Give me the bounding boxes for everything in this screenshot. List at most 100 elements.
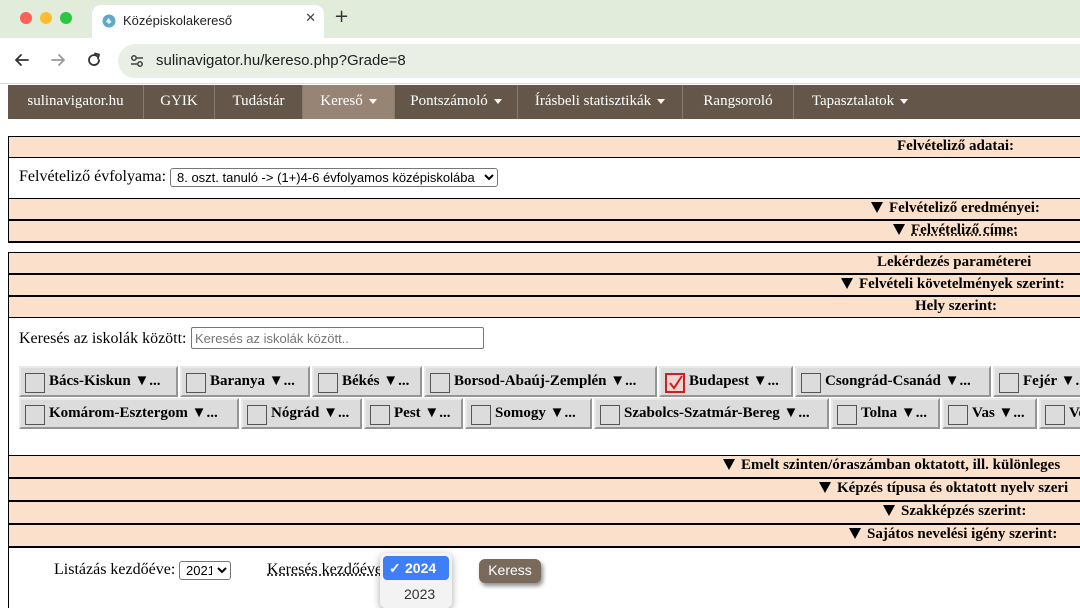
browser-tab[interactable]: Középiskolakereső ✕ bbox=[92, 5, 324, 38]
county-expand-toggle[interactable]: ▼... bbox=[192, 405, 218, 421]
county-label: Baranya bbox=[210, 373, 266, 389]
county-label: Borsod-Abaúj-Zemplén bbox=[454, 373, 607, 389]
county-checkbox[interactable] bbox=[430, 373, 450, 393]
county-pest[interactable]: Pest ▼... bbox=[364, 398, 463, 429]
county-checkbox[interactable] bbox=[186, 373, 206, 393]
county-expand-toggle[interactable]: ▼... bbox=[550, 405, 576, 421]
county-szabolcs[interactable]: Szabolcs-Szatmár-Bereg ▼... bbox=[594, 398, 829, 429]
county-csongrad[interactable]: Csongrád-Csanád ▼... bbox=[795, 366, 991, 397]
county-expand-toggle[interactable]: ▼... bbox=[610, 373, 636, 389]
county-checkbox[interactable] bbox=[25, 405, 45, 425]
section-title: Szakképzés szerint: bbox=[901, 503, 1027, 519]
county-bacs-kiskun[interactable]: Bács-Kiskun ▼... bbox=[19, 366, 178, 397]
county-checkbox[interactable] bbox=[1045, 405, 1065, 425]
nav-item-rangsorolo[interactable]: Rangsoroló bbox=[683, 85, 794, 119]
search-start-year-label: Keresés kezdőéve bbox=[267, 561, 383, 578]
county-checkbox[interactable] bbox=[471, 405, 491, 425]
nav-item-pontszamolo[interactable]: Pontszámoló bbox=[395, 85, 518, 119]
county-label: Békés bbox=[342, 373, 380, 389]
county-label: Fejér bbox=[1023, 373, 1057, 389]
county-expand-toggle[interactable]: ▼... bbox=[945, 373, 971, 389]
special-needs-toggle[interactable]: Sajátos nevelési igény szerint: bbox=[8, 524, 1080, 548]
nav-item-irasbeli-statisztikak[interactable]: Írásbeli statisztikák bbox=[518, 85, 683, 119]
back-arrow-icon[interactable] bbox=[12, 50, 32, 70]
county-budapest[interactable]: Budapest ▼... bbox=[659, 366, 793, 397]
minimize-window-button[interactable] bbox=[40, 12, 52, 24]
reload-icon[interactable] bbox=[84, 50, 104, 70]
footer-controls: Listázás kezdőéve: 2021 Keresés kezdőéve bbox=[8, 548, 1080, 608]
county-veszprem[interactable]: Ve bbox=[1039, 398, 1080, 429]
section-title: Felvételiző eredményei: bbox=[889, 200, 1040, 216]
county-nograd[interactable]: Nógrád ▼... bbox=[241, 398, 362, 429]
list-start-year-select[interactable]: 2021 bbox=[179, 561, 231, 580]
county-expand-toggle[interactable]: ▼... bbox=[424, 405, 450, 421]
training-type-toggle[interactable]: Képzés típusa és oktatott nyelv szeri bbox=[8, 478, 1080, 501]
nav-item-home[interactable]: sulinavigator.hu bbox=[8, 85, 144, 119]
county-baranya[interactable]: Baranya ▼... bbox=[180, 366, 310, 397]
county-expand-toggle[interactable]: ▼... bbox=[383, 373, 409, 389]
requirements-toggle[interactable]: Felvételi követelmények szerint: bbox=[8, 274, 1080, 296]
site-settings-icon[interactable] bbox=[128, 52, 146, 70]
maximize-window-button[interactable] bbox=[60, 12, 72, 24]
applicant-address-toggle[interactable]: Felvételiző címe: bbox=[8, 220, 1080, 243]
browser-tab-bar: Középiskolakereső ✕ + bbox=[0, 0, 1080, 38]
tab-close-icon[interactable]: ✕ bbox=[305, 11, 316, 26]
address-bar[interactable]: sulinavigator.hu/kereso.php?Grade=8 bbox=[118, 44, 1080, 78]
county-checkbox[interactable] bbox=[801, 373, 821, 393]
county-vas[interactable]: Vas ▼... bbox=[942, 398, 1037, 429]
triangle-down-icon bbox=[723, 459, 735, 470]
section-title: Sajátos nevelési igény szerint: bbox=[867, 526, 1058, 542]
county-expand-toggle[interactable]: ▼... bbox=[901, 405, 927, 421]
county-tolna[interactable]: Tolna ▼... bbox=[831, 398, 940, 429]
section-title: Képzés típusa és oktatott nyelv szeri bbox=[837, 480, 1069, 496]
new-tab-button[interactable]: + bbox=[334, 6, 349, 27]
county-label: Csongrád-Csanád bbox=[825, 373, 941, 389]
county-expand-toggle[interactable]: ▼... bbox=[999, 405, 1025, 421]
nav-item-label: Pontszámoló bbox=[410, 93, 488, 109]
school-search-input[interactable] bbox=[191, 327, 484, 349]
county-expand-toggle[interactable]: ▼... bbox=[323, 405, 349, 421]
county-expand-toggle[interactable]: ▼... bbox=[134, 373, 160, 389]
county-label: Bács-Kiskun bbox=[49, 373, 131, 389]
county-somogy[interactable]: Somogy ▼... bbox=[465, 398, 592, 429]
county-checkbox[interactable] bbox=[25, 373, 45, 393]
county-checkbox[interactable] bbox=[948, 405, 968, 425]
school-search-label: Keresés az iskolák között: bbox=[19, 330, 187, 347]
close-window-button[interactable] bbox=[20, 12, 32, 24]
nav-item-tudastar[interactable]: Tudástár bbox=[215, 85, 303, 119]
nav-item-tapasztalatok[interactable]: Tapasztalatok bbox=[794, 85, 926, 119]
dropdown-option[interactable]: 2023 bbox=[380, 582, 452, 606]
applicant-results-toggle[interactable]: Felvételiző eredményei: bbox=[8, 198, 1080, 220]
search-button[interactable]: Keress bbox=[479, 559, 541, 583]
search-start-year-dropdown[interactable]: ✓ 2024 2023 bbox=[380, 553, 452, 608]
forward-arrow-icon[interactable] bbox=[48, 50, 68, 70]
county-komarom[interactable]: Komárom-Esztergom ▼... bbox=[19, 398, 239, 429]
county-checkbox[interactable] bbox=[370, 405, 390, 425]
county-expand-toggle[interactable]: ▼... bbox=[753, 373, 779, 389]
section-title: Felvételiző adatai: bbox=[897, 138, 1015, 154]
dropdown-option-selected[interactable]: ✓ 2024 bbox=[383, 556, 449, 580]
vocational-toggle[interactable]: Szakképzés szerint: bbox=[8, 501, 1080, 524]
county-bekes[interactable]: Békés ▼... bbox=[312, 366, 422, 397]
nav-item-gyik[interactable]: GYIK bbox=[144, 85, 215, 119]
nav-item-kereso[interactable]: Kereső bbox=[303, 85, 395, 119]
county-checkbox-checked[interactable] bbox=[665, 373, 685, 393]
browser-toolbar: sulinavigator.hu/kereso.php?Grade=8 bbox=[0, 38, 1080, 84]
county-expand-toggle[interactable]: ▼... bbox=[269, 373, 295, 389]
county-fejer[interactable]: Fejér ▼... bbox=[993, 366, 1080, 397]
county-checkbox[interactable] bbox=[318, 373, 338, 393]
county-expand-toggle[interactable]: ▼... bbox=[1061, 373, 1080, 389]
county-label: Pest bbox=[394, 405, 421, 421]
county-checkbox[interactable] bbox=[247, 405, 267, 425]
county-checkbox[interactable] bbox=[999, 373, 1019, 393]
nav-item-label: Kereső bbox=[320, 93, 363, 109]
section-title: Emelt szinten/óraszámban oktatott, ill. … bbox=[741, 457, 1061, 473]
county-checkbox[interactable] bbox=[600, 405, 620, 425]
county-borsod[interactable]: Borsod-Abaúj-Zemplén ▼... bbox=[424, 366, 657, 397]
county-label: Komárom-Esztergom bbox=[49, 405, 188, 421]
triangle-down-icon bbox=[819, 482, 831, 493]
county-checkbox[interactable] bbox=[837, 405, 857, 425]
county-expand-toggle[interactable]: ▼... bbox=[784, 405, 810, 421]
advanced-subjects-toggle[interactable]: Emelt szinten/óraszámban oktatott, ill. … bbox=[8, 455, 1080, 478]
grade-select[interactable]: 8. oszt. tanuló -> (1+)4-6 évfolyamos kö… bbox=[170, 168, 498, 187]
